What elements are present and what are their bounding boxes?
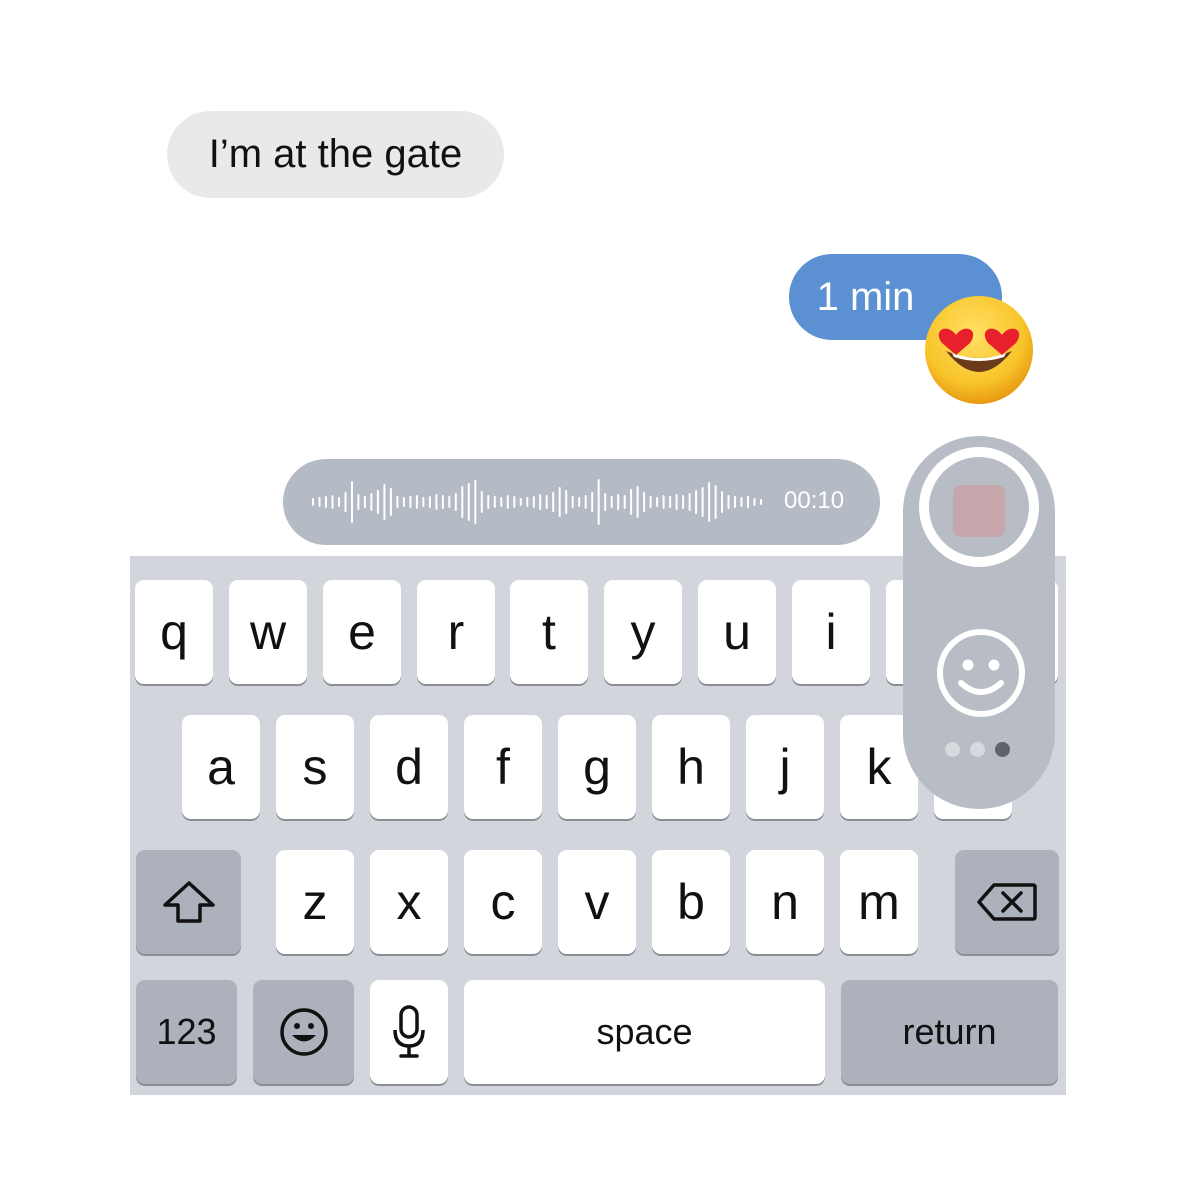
page-dot-active xyxy=(995,742,1010,757)
key-b[interactable]: b xyxy=(652,850,730,954)
shift-icon xyxy=(162,881,215,923)
key-label: h xyxy=(677,739,705,795)
key-label: u xyxy=(723,604,751,660)
key-h[interactable]: h xyxy=(652,715,730,819)
key-d[interactable]: d xyxy=(370,715,448,819)
key-n[interactable]: n xyxy=(746,850,824,954)
key-j[interactable]: j xyxy=(746,715,824,819)
key-label: r xyxy=(447,604,465,660)
key-q[interactable]: q xyxy=(135,580,213,684)
return-key[interactable]: return xyxy=(841,980,1058,1084)
heart-eyes-emoji-icon xyxy=(925,296,1033,404)
key-m[interactable]: m xyxy=(840,850,918,954)
key-z[interactable]: z xyxy=(276,850,354,954)
numbers-key[interactable]: 123 xyxy=(136,980,237,1084)
key-label: j xyxy=(779,739,791,795)
space-key-label: space xyxy=(596,1011,693,1052)
return-key-label: return xyxy=(902,1011,997,1052)
key-a[interactable]: a xyxy=(182,715,260,819)
key-label: v xyxy=(584,874,610,930)
key-label: i xyxy=(825,604,837,660)
key-g[interactable]: g xyxy=(558,715,636,819)
smiley-icon[interactable] xyxy=(935,627,1027,719)
key-i[interactable]: i xyxy=(792,580,870,684)
key-label: t xyxy=(542,604,556,660)
key-c[interactable]: c xyxy=(464,850,542,954)
stop-icon[interactable] xyxy=(953,485,1005,537)
key-x[interactable]: x xyxy=(370,850,448,954)
key-label: b xyxy=(677,874,705,930)
key-t[interactable]: t xyxy=(510,580,588,684)
key-f[interactable]: f xyxy=(464,715,542,819)
key-label: d xyxy=(395,739,423,795)
key-label: m xyxy=(858,874,900,930)
key-label: z xyxy=(302,874,328,930)
incoming-message-text: I’m at the gate xyxy=(208,132,463,176)
outgoing-message-text: 1 min xyxy=(816,274,915,319)
key-w[interactable]: w xyxy=(229,580,307,684)
numbers-key-label: 123 xyxy=(156,1011,217,1052)
incoming-message-bubble: I’m at the gate xyxy=(167,111,504,198)
key-label: c xyxy=(490,874,516,930)
delete-key[interactable] xyxy=(955,850,1059,954)
key-r[interactable]: r xyxy=(417,580,495,684)
key-label: f xyxy=(496,739,510,795)
emoji-icon xyxy=(279,1008,328,1056)
microphone-icon xyxy=(393,1005,425,1058)
key-label: x xyxy=(396,874,422,930)
key-label: g xyxy=(583,739,611,795)
key-label: s xyxy=(302,739,328,795)
key-label: y xyxy=(630,604,656,660)
key-label: w xyxy=(249,604,287,660)
page-dot xyxy=(970,742,985,757)
key-label: n xyxy=(771,874,799,930)
shift-key[interactable] xyxy=(136,850,241,954)
key-label: k xyxy=(866,739,892,795)
delete-icon xyxy=(977,883,1037,921)
page-dots xyxy=(945,742,1010,757)
key-label: e xyxy=(348,604,376,660)
microphone-key[interactable] xyxy=(370,980,448,1084)
key-label: q xyxy=(160,604,188,660)
key-u[interactable]: u xyxy=(698,580,776,684)
key-y[interactable]: y xyxy=(604,580,682,684)
page-dot xyxy=(945,742,960,757)
emoji-key[interactable] xyxy=(253,980,354,1084)
space-key[interactable]: space xyxy=(464,980,825,1084)
recording-duration: 00:10 xyxy=(784,487,845,514)
key-v[interactable]: v xyxy=(558,850,636,954)
key-e[interactable]: e xyxy=(323,580,401,684)
key-label: a xyxy=(207,739,235,795)
key-s[interactable]: s xyxy=(276,715,354,819)
